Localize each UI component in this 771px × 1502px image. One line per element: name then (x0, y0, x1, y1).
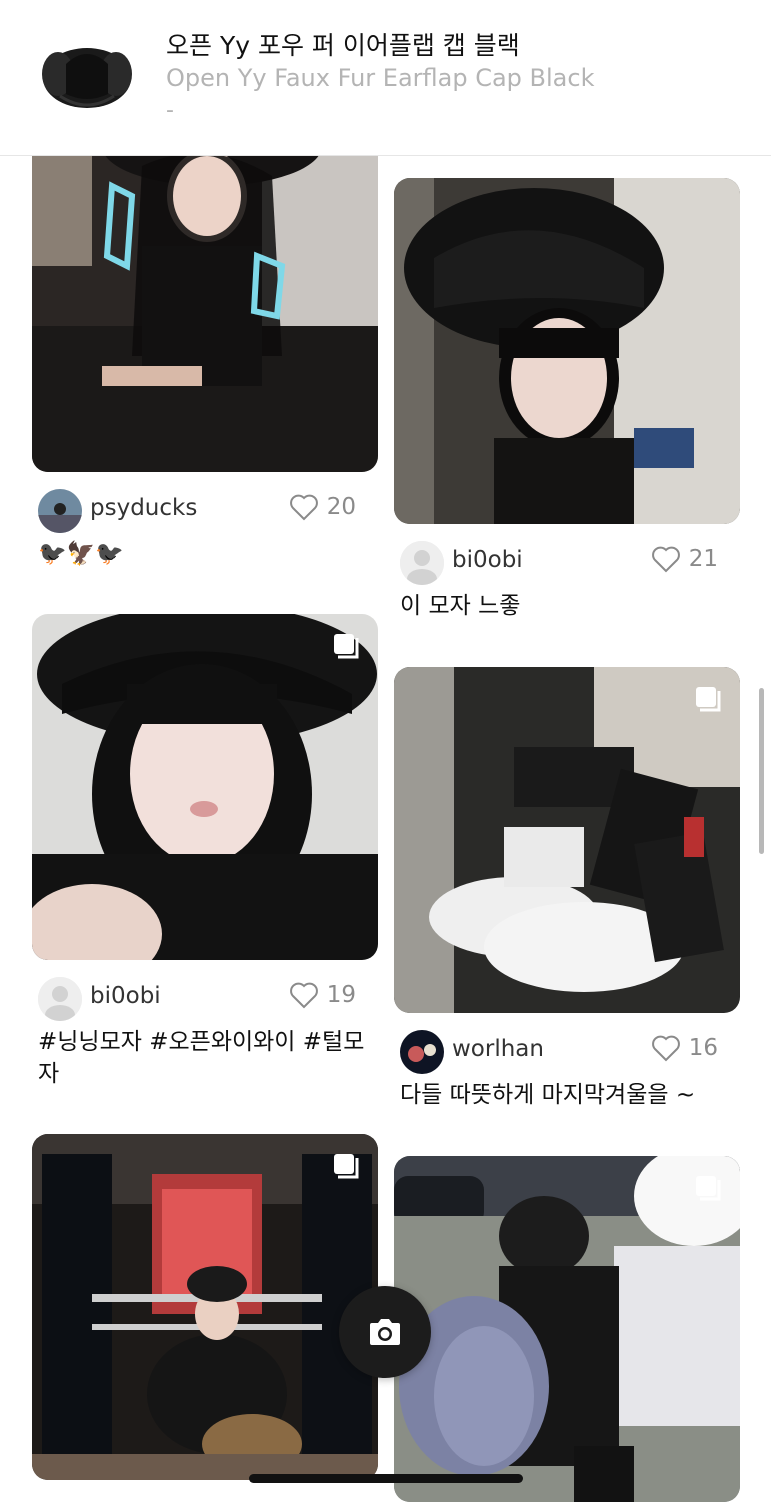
camera-button[interactable] (339, 1286, 431, 1378)
post-caption: 🐦‍⬛🦅🐦‍⬛ (38, 541, 124, 567)
post-photo[interactable] (32, 614, 378, 960)
username[interactable]: psyducks (90, 495, 197, 521)
like-count: 19 (326, 982, 356, 1008)
username[interactable]: bi0obi (452, 547, 523, 573)
post-caption: 이 모자 느좋 (400, 593, 521, 619)
username[interactable]: worlhan (452, 1036, 544, 1062)
post-photo[interactable] (394, 178, 740, 524)
heart-outline-icon (651, 1035, 680, 1062)
home-indicator[interactable] (249, 1474, 523, 1483)
like-count: 16 (688, 1035, 718, 1061)
multi-photo-icon (334, 634, 359, 659)
post-photo[interactable] (32, 126, 378, 472)
post-meta: bi0obi 21 (394, 536, 740, 588)
post-meta: worlhan 16 (394, 1025, 740, 1077)
post-card[interactable]: worlhan 16 다들 따뜻하게 마지막겨울을 ~ (394, 667, 740, 1111)
post-card[interactable] (32, 1134, 378, 1480)
scrollbar[interactable] (759, 688, 764, 854)
like-button[interactable]: 16 (651, 1034, 718, 1062)
product-title: 오픈 Yy 포우 퍼 이어플랩 캡 블랙 (166, 31, 520, 60)
heart-outline-icon (651, 546, 680, 573)
like-count: 21 (688, 546, 718, 572)
avatar[interactable] (400, 1030, 444, 1074)
post-photo[interactable] (394, 667, 740, 1013)
product-header[interactable]: 오픈 Yy 포우 퍼 이어플랩 캡 블랙 Open Yy Faux Fur Ea… (0, 0, 771, 156)
post-card[interactable]: psyducks 20 🐦‍⬛🦅🐦‍⬛ (32, 126, 378, 570)
avatar[interactable] (400, 541, 444, 585)
multi-photo-icon (696, 687, 721, 712)
heart-outline-icon (289, 982, 318, 1009)
post-meta: bi0obi 19 (32, 972, 378, 1024)
multi-photo-icon (696, 1176, 721, 1201)
avatar[interactable] (38, 977, 82, 1021)
multi-photo-icon (334, 1154, 359, 1179)
post-photo[interactable] (394, 1156, 740, 1502)
post-card[interactable]: bi0obi 21 이 모자 느좋 (394, 178, 740, 622)
like-count: 20 (326, 494, 356, 520)
post-caption: #닝닝모자 #오픈와이와이 #털모자 (38, 1029, 365, 1087)
like-button[interactable]: 20 (289, 493, 356, 521)
post-photo[interactable] (32, 1134, 378, 1480)
post-meta: psyducks 20 (32, 484, 378, 536)
product-subtitle: Open Yy Faux Fur Earflap Cap Black (166, 64, 595, 92)
avatar[interactable] (38, 489, 82, 533)
product-thumbnail[interactable] (38, 34, 136, 116)
product-price: - (166, 98, 174, 123)
camera-icon (370, 1319, 400, 1345)
post-card[interactable] (394, 1156, 740, 1502)
like-button[interactable]: 21 (651, 545, 718, 573)
like-button[interactable]: 19 (289, 981, 356, 1009)
username[interactable]: bi0obi (90, 983, 161, 1009)
post-caption: 다들 따뜻하게 마지막겨울을 ~ (400, 1082, 696, 1108)
post-card[interactable]: bi0obi 19 #닝닝모자 #오픈와이와이 #털모자 (32, 614, 378, 1090)
heart-outline-icon (289, 494, 318, 521)
